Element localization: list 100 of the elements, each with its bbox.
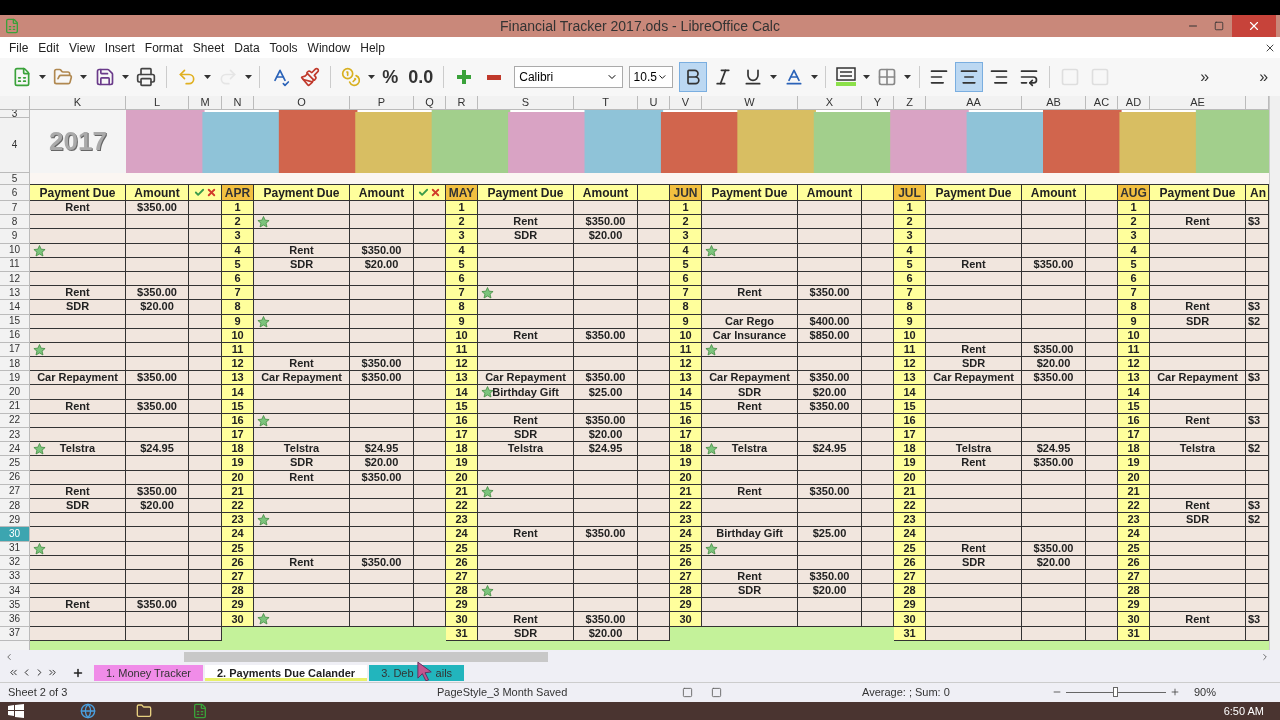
undo-icon	[176, 67, 197, 87]
font-size-field[interactable]: 10.5	[628, 66, 673, 88]
column-letter[interactable]: Z	[894, 96, 926, 109]
table-cell: $350.00	[126, 399, 189, 414]
more-button[interactable]: »	[1196, 62, 1214, 92]
row-number[interactable]: 36	[0, 612, 30, 627]
column-letter[interactable]: L	[126, 96, 189, 109]
day-number: 17	[670, 428, 702, 443]
column-header: Payment Due	[1159, 184, 1236, 202]
day-number: 24	[894, 527, 926, 542]
menu-item[interactable]: Sheet	[187, 38, 230, 57]
number-format-button[interactable]: 0.0	[404, 62, 438, 92]
menu-item[interactable]: Edit	[33, 38, 65, 57]
toolbar-button[interactable]	[955, 62, 984, 92]
window-title: Financial Tracker 2017.ods - LibreOffice Calc	[500, 16, 780, 36]
column-letter[interactable]: T	[574, 96, 638, 109]
spreadsheet-icon[interactable]	[192, 702, 208, 719]
vertical-scrollbar[interactable]	[1269, 96, 1280, 650]
row-number[interactable]: 9	[0, 229, 30, 244]
row-number[interactable]: 29	[0, 513, 30, 528]
day-number: 18	[894, 442, 926, 457]
column-letter[interactable]: M	[189, 96, 222, 109]
zoom-slider-thumb[interactable]	[1113, 686, 1118, 697]
row-number[interactable]: 20	[0, 385, 30, 400]
toolbar-button[interactable]	[678, 62, 707, 92]
row-number[interactable]: 6	[0, 185, 30, 201]
column-letter[interactable]: AD	[1118, 96, 1150, 109]
browser-icon[interactable]	[80, 702, 96, 719]
menu-item[interactable]: Window	[302, 38, 356, 57]
column-header: Amount	[134, 184, 180, 202]
row-number[interactable]: 8	[0, 215, 30, 230]
row-number[interactable]: 34	[0, 584, 30, 599]
column-letter[interactable]: AA	[926, 96, 1022, 109]
menu-item[interactable]: File	[4, 38, 34, 57]
menu-item[interactable]: View	[64, 38, 100, 57]
column-letter[interactable]: AE	[1150, 96, 1246, 109]
column-letter[interactable]: Y	[862, 96, 894, 109]
table-cell: Rent	[702, 399, 798, 414]
font-name-field[interactable]: Calibri	[514, 66, 623, 88]
row-number[interactable]: 5	[0, 173, 30, 185]
row-number[interactable]: 18	[0, 357, 30, 372]
windows-logo-icon[interactable]	[8, 703, 24, 718]
row-number[interactable]: 35	[0, 598, 30, 613]
table-cell: $350.00	[126, 371, 189, 386]
sheet-tab[interactable]: 3. Deb ails	[369, 664, 465, 681]
day-number: 2	[446, 215, 478, 230]
folder-icon[interactable]	[136, 702, 152, 719]
table-cell: Rent	[702, 286, 798, 301]
column-letter[interactable]: N	[222, 96, 254, 109]
table-cell: Car Repayment	[254, 371, 350, 386]
day-number: 8	[670, 300, 702, 315]
column-letter[interactable]: AC	[1086, 96, 1118, 109]
add-sheet-icon[interactable]	[72, 666, 84, 679]
row-number[interactable]: 23	[0, 428, 30, 443]
column-header: An	[1250, 184, 1266, 202]
scroll-left-icon[interactable]	[4, 651, 14, 662]
day-number: 14	[894, 385, 926, 400]
column-letter[interactable]: P	[350, 96, 414, 109]
row-number[interactable]: 7	[0, 201, 30, 216]
caret-icon	[39, 75, 47, 79]
row-number[interactable]: 24	[0, 442, 30, 457]
row-number[interactable]: 25	[0, 456, 30, 471]
day-number: 3	[1118, 229, 1150, 244]
table-cell: Rent	[1150, 498, 1246, 514]
column-letter[interactable]: O	[254, 96, 350, 109]
sheet-tab[interactable]: 1. Money Tracker	[94, 664, 203, 681]
column-letter[interactable]: AB	[1022, 96, 1086, 109]
table-cell: $350.00	[798, 371, 862, 386]
sheet-tab[interactable]: 2. Payments Due Calander	[205, 664, 368, 681]
day-number: 19	[670, 456, 702, 471]
caret-icon	[810, 75, 818, 79]
column-letter[interactable]: X	[798, 96, 862, 109]
menu-item[interactable]: Format	[139, 38, 188, 57]
table-cell: SDR	[1150, 314, 1246, 329]
row-number[interactable]: 4	[0, 118, 30, 173]
column-letter[interactable]: W	[702, 96, 798, 109]
column-letter[interactable]: U	[638, 96, 670, 109]
day-number: 17	[1118, 428, 1150, 443]
table-cell: Car Repayment	[1150, 371, 1246, 386]
row-number[interactable]: 19	[0, 371, 30, 386]
day-number: 2	[1118, 215, 1150, 230]
menu-item[interactable]: Tools	[264, 38, 303, 57]
menu-item[interactable]: Insert	[99, 38, 140, 57]
number-format-button[interactable]: %	[378, 62, 403, 92]
column-letter[interactable]: R	[446, 96, 478, 109]
menu-item[interactable]: Help	[355, 38, 390, 57]
column-letter[interactable]: K	[30, 96, 126, 109]
column-letter[interactable]: Q	[414, 96, 446, 109]
scroll-right-icon[interactable]	[1260, 651, 1270, 662]
column-letter[interactable]: S	[478, 96, 574, 109]
row-number[interactable]: 14	[0, 300, 30, 315]
more-button[interactable]: »	[1255, 62, 1273, 92]
day-number: 28	[670, 584, 702, 599]
horizontal-scrollbar[interactable]	[184, 651, 548, 662]
caret-icon	[904, 75, 912, 79]
menu-item[interactable]: Data	[229, 38, 265, 57]
zoom-in-icon[interactable]	[1170, 687, 1180, 698]
column-letter[interactable]: V	[670, 96, 702, 109]
day-number: 28	[446, 584, 478, 599]
row-number[interactable]: 13	[0, 286, 30, 301]
